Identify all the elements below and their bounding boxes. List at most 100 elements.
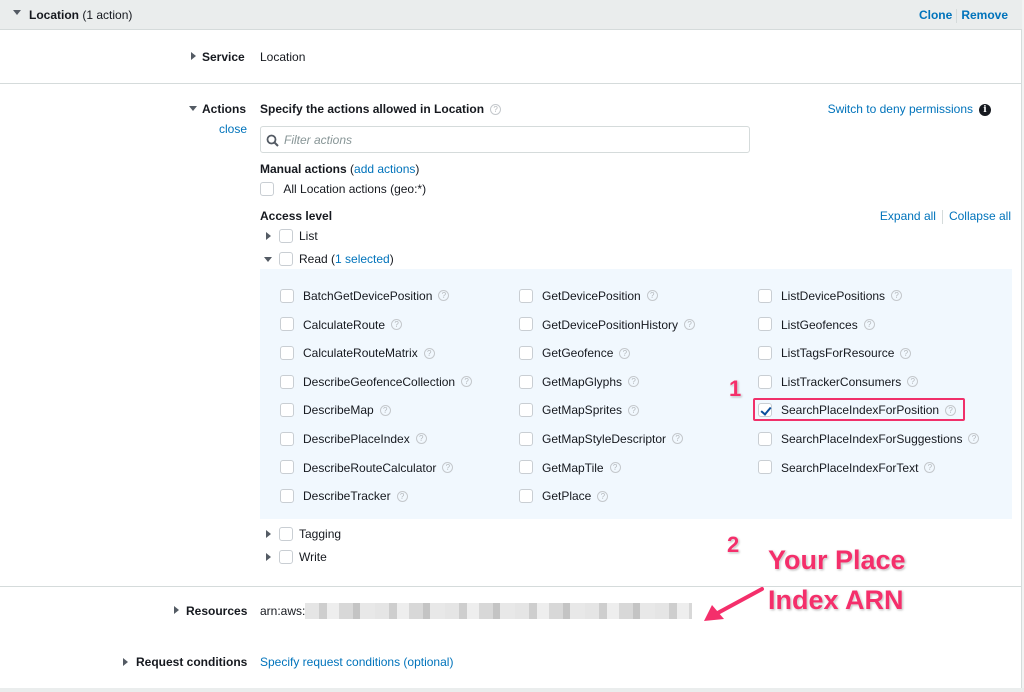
checkbox[interactable]: [280, 489, 294, 504]
checkbox[interactable]: [758, 460, 772, 475]
help-icon[interactable]: ?: [628, 376, 640, 388]
read-action-item[interactable]: DescribeTracker?: [280, 488, 408, 506]
help-icon[interactable]: ?: [628, 404, 640, 416]
help-icon[interactable]: ?: [619, 347, 631, 359]
collapse-all-link[interactable]: Collapse all: [949, 209, 1011, 223]
clone-link[interactable]: Clone: [919, 8, 952, 22]
checkbox[interactable]: [280, 403, 294, 418]
actions-close-link[interactable]: close: [219, 122, 247, 136]
read-action-item[interactable]: BatchGetDevicePosition?: [280, 288, 450, 306]
checkbox[interactable]: [519, 431, 533, 446]
service-expand-icon[interactable]: [191, 52, 196, 60]
checkbox[interactable]: [519, 374, 533, 389]
checkbox[interactable]: [758, 431, 772, 446]
help-icon[interactable]: ?: [597, 490, 609, 502]
collapse-caret-icon[interactable]: [13, 10, 21, 15]
info-icon[interactable]: i: [979, 103, 991, 116]
checkbox[interactable]: [758, 374, 772, 389]
specify-request-conditions-link[interactable]: Specify request conditions (optional): [260, 655, 453, 669]
help-icon[interactable]: ?: [379, 404, 391, 416]
checkbox[interactable]: [519, 317, 533, 332]
add-actions-link[interactable]: add actions: [354, 162, 415, 176]
read-action-item[interactable]: DescribeMap?: [280, 402, 391, 420]
read-action-item[interactable]: GetPlace?: [519, 488, 609, 506]
help-icon[interactable]: ?: [490, 104, 502, 116]
access-level-write[interactable]: Write: [279, 549, 327, 564]
checkbox[interactable]: [758, 346, 772, 361]
checkbox[interactable]: [519, 489, 533, 504]
help-icon[interactable]: ?: [391, 318, 403, 330]
checkbox[interactable]: [758, 288, 772, 303]
all-actions-checkbox[interactable]: [260, 181, 274, 196]
help-icon[interactable]: ?: [415, 433, 427, 445]
read-action-item[interactable]: GetMapSprites?: [519, 402, 640, 420]
help-icon[interactable]: ?: [442, 461, 454, 473]
access-level-read[interactable]: Read (1 selected): [279, 251, 394, 266]
write-checkbox[interactable]: [279, 549, 293, 564]
access-level-list[interactable]: List: [279, 228, 318, 243]
read-action-item[interactable]: SearchPlaceIndexForSuggestions?: [758, 431, 980, 449]
access-level-tagging[interactable]: Tagging: [279, 526, 341, 541]
checkbox[interactable]: [280, 288, 294, 303]
checkbox[interactable]: [758, 317, 772, 332]
help-icon[interactable]: ?: [924, 461, 936, 473]
help-icon[interactable]: ?: [891, 290, 903, 302]
checkbox[interactable]: [519, 460, 533, 475]
help-icon[interactable]: ?: [672, 433, 684, 445]
tagging-checkbox[interactable]: [279, 526, 293, 541]
checkbox[interactable]: [280, 431, 294, 446]
read-checkbox[interactable]: [279, 251, 293, 266]
read-action-item[interactable]: ListTagsForResource?: [758, 345, 912, 363]
read-action-item[interactable]: ListDevicePositions?: [758, 288, 903, 306]
read-action-item[interactable]: GetMapStyleDescriptor?: [519, 431, 684, 449]
read-action-item[interactable]: GetGeofence?: [519, 345, 631, 363]
switch-to-deny-link[interactable]: Switch to deny permissions: [828, 102, 973, 116]
help-icon[interactable]: ?: [907, 376, 919, 388]
request-conditions-expand-icon[interactable]: [123, 658, 128, 666]
list-expand-icon[interactable]: [266, 232, 271, 240]
read-action-item[interactable]: SearchPlaceIndexForText?: [758, 460, 936, 478]
help-icon[interactable]: ?: [684, 318, 696, 330]
checkbox[interactable]: [519, 346, 533, 361]
read-action-item[interactable]: CalculateRouteMatrix?: [280, 345, 435, 363]
help-icon[interactable]: ?: [423, 347, 435, 359]
read-selected-link[interactable]: 1 selected: [335, 252, 390, 266]
write-label: Write: [299, 549, 327, 564]
all-actions-option[interactable]: All Location actions (geo:*): [260, 181, 426, 196]
help-icon[interactable]: ?: [968, 433, 980, 445]
read-action-item[interactable]: GetDevicePosition?: [519, 288, 658, 306]
checkbox[interactable]: [280, 346, 294, 361]
checkbox[interactable]: [519, 403, 533, 418]
remove-link[interactable]: Remove: [961, 8, 1008, 22]
read-action-item[interactable]: CalculateRoute?: [280, 317, 403, 335]
write-expand-icon[interactable]: [266, 553, 271, 561]
checkbox[interactable]: [280, 317, 294, 332]
resources-expand-icon[interactable]: [174, 606, 179, 614]
read-action-item[interactable]: DescribeGeofenceCollection?: [280, 374, 473, 392]
filter-actions-field[interactable]: [260, 126, 750, 153]
help-icon[interactable]: ?: [396, 490, 408, 502]
tagging-expand-icon[interactable]: [266, 530, 271, 538]
read-action-item[interactable]: DescribePlaceIndex?: [280, 431, 427, 449]
read-action-item[interactable]: ListGeofences?: [758, 317, 875, 335]
checkbox[interactable]: [280, 374, 294, 389]
actions-collapse-icon[interactable]: [189, 106, 197, 111]
help-icon[interactable]: ?: [900, 347, 912, 359]
help-icon[interactable]: ?: [438, 290, 450, 302]
read-action-item[interactable]: GetMapTile?: [519, 460, 621, 478]
expand-all-link[interactable]: Expand all: [880, 209, 936, 223]
help-icon[interactable]: ?: [646, 290, 658, 302]
read-action-item[interactable]: GetDevicePositionHistory?: [519, 317, 696, 335]
read-action-item[interactable]: GetMapGlyphs?: [519, 374, 640, 392]
help-icon[interactable]: ?: [609, 461, 621, 473]
service-header[interactable]: Location (1 action) Clone Remove: [0, 0, 1022, 30]
filter-actions-input[interactable]: [284, 131, 734, 149]
read-action-item[interactable]: DescribeRouteCalculator?: [280, 460, 454, 478]
list-checkbox[interactable]: [279, 228, 293, 243]
read-collapse-icon[interactable]: [264, 257, 272, 262]
checkbox[interactable]: [280, 460, 294, 475]
checkbox[interactable]: [519, 288, 533, 303]
help-icon[interactable]: ?: [461, 376, 473, 388]
read-action-item[interactable]: ListTrackerConsumers?: [758, 374, 919, 392]
help-icon[interactable]: ?: [863, 318, 875, 330]
